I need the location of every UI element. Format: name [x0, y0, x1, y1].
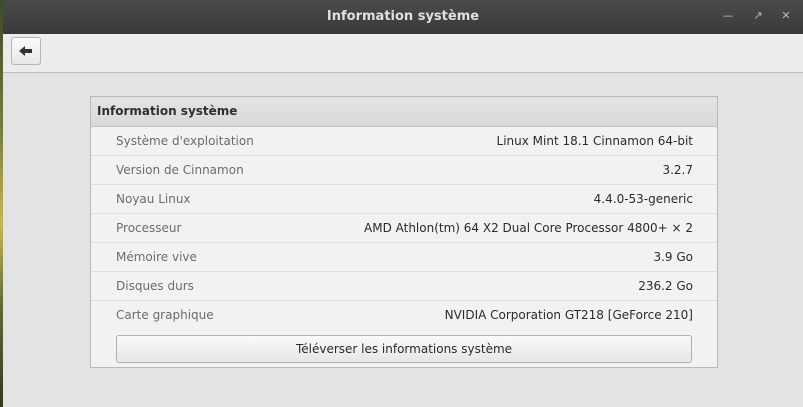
row-value: Linux Mint 18.1 Cinnamon 64-bit: [496, 134, 693, 148]
row-value: 3.2.7: [662, 163, 693, 177]
row-value: NVIDIA Corporation GT218 [GeForce 210]: [444, 308, 693, 322]
close-icon[interactable]: ✕: [778, 8, 794, 24]
back-button[interactable]: [11, 37, 41, 65]
row-label: Système d'exploitation: [116, 134, 254, 148]
row-label: Disques durs: [116, 279, 194, 293]
info-row-processor: Processeur AMD Athlon(tm) 64 X2 Dual Cor…: [91, 214, 717, 243]
info-row-cinnamon-version: Version de Cinnamon 3.2.7: [91, 156, 717, 185]
row-value: 4.4.0-53-generic: [593, 192, 693, 206]
window-titlebar[interactable]: Information système — ↗ ✕: [3, 0, 803, 34]
row-label: Processeur: [116, 221, 182, 235]
info-row-graphics: Carte graphique NVIDIA Corporation GT218…: [91, 301, 717, 329]
info-row-kernel: Noyau Linux 4.4.0-53-generic: [91, 185, 717, 214]
toolbar: [3, 34, 803, 73]
info-row-disks: Disques durs 236.2 Go: [91, 272, 717, 301]
maximize-icon[interactable]: ↗: [750, 8, 766, 24]
row-value: AMD Athlon(tm) 64 X2 Dual Core Processor…: [364, 221, 693, 235]
info-row-memory: Mémoire vive 3.9 Go: [91, 243, 717, 272]
row-label: Noyau Linux: [116, 192, 191, 206]
row-label: Version de Cinnamon: [116, 163, 244, 177]
window-title: Information système: [326, 9, 480, 24]
system-info-window: Information système — ↗ ✕ Information sy…: [3, 0, 803, 407]
row-label: Carte graphique: [116, 308, 214, 322]
info-row-os: Système d'exploitation Linux Mint 18.1 C…: [91, 127, 717, 156]
row-value: 3.9 Go: [653, 250, 693, 264]
main-content: Information système Système d'exploitati…: [3, 73, 803, 407]
info-panel: Information système Système d'exploitati…: [90, 96, 718, 368]
panel-title: Information système: [91, 97, 717, 127]
row-value: 236.2 Go: [638, 279, 693, 293]
minimize-icon[interactable]: —: [720, 8, 736, 24]
row-label: Mémoire vive: [116, 250, 197, 264]
arrow-left-icon: [19, 42, 33, 61]
upload-system-info-button[interactable]: Téléverser les informations système: [116, 335, 692, 363]
